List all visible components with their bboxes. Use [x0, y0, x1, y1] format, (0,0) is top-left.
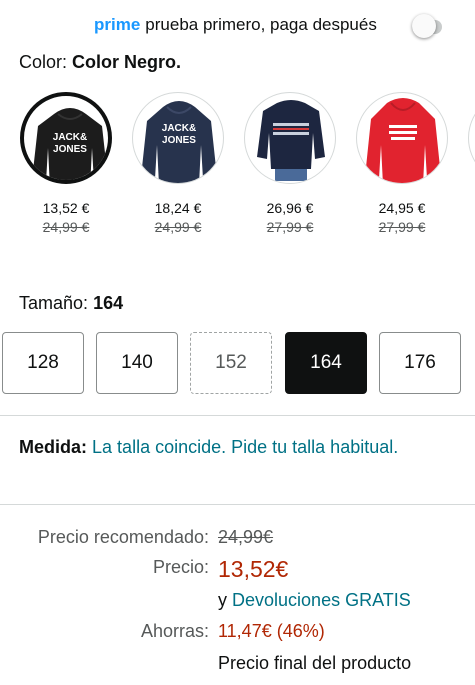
- prime-logo: prime: [94, 15, 141, 34]
- swatch-image: JACK& JONES: [132, 92, 224, 184]
- returns-prefix: y: [218, 590, 227, 610]
- divider: [0, 415, 475, 416]
- fit-text: La talla coincide. Pide tu talla habitua…: [92, 437, 399, 457]
- size-option-128[interactable]: 128: [2, 332, 84, 394]
- hoodie-navy-icon: JACK& JONES: [141, 101, 217, 183]
- swatch-old-price: 24,99 €: [154, 219, 202, 235]
- color-value: Color Negro.: [72, 52, 182, 72]
- swatch-price: 26,96 €: [266, 200, 314, 216]
- swatch-partial[interactable]: [468, 92, 475, 184]
- price-value: 13,52€: [218, 556, 289, 582]
- swatch-price: 18,24 €: [154, 200, 202, 216]
- prime-try-before-buy-row: prime prueba primero, paga después: [0, 12, 475, 42]
- savings-label: Ahorras:: [140, 621, 209, 641]
- recommended-price-value: 24,99€: [218, 527, 274, 547]
- size-option-140[interactable]: 140: [96, 332, 178, 394]
- free-returns-link[interactable]: Devoluciones GRATIS: [232, 590, 411, 610]
- swatch-image: [356, 92, 448, 184]
- size-value: 164: [93, 293, 124, 313]
- swatch-navy[interactable]: JACK& JONES 18,24 € 24,99 €: [132, 92, 228, 235]
- jack-jones-logo-text: JACK&: [53, 132, 87, 143]
- swatch-price: 13,52 €: [42, 200, 90, 216]
- swatch-black[interactable]: JACK& JONES 13,52 € 24,99 €: [20, 92, 116, 235]
- sweatshirt-navy-icon: [257, 100, 325, 181]
- svg-text:JONES: JONES: [53, 144, 87, 155]
- size-option-176[interactable]: 176: [379, 332, 461, 394]
- price-label: Precio:: [152, 557, 209, 577]
- swatch-image: [468, 92, 475, 184]
- color-label: Color:: [19, 52, 68, 72]
- fit-label: Medida:: [19, 437, 88, 457]
- prime-toggle[interactable]: [412, 14, 442, 38]
- swatch-old-price: 24,99 €: [42, 219, 90, 235]
- savings-value: 11,47€ (46%): [218, 621, 325, 641]
- prime-label: prime prueba primero, paga después: [94, 15, 377, 35]
- size-option-152[interactable]: 152: [190, 332, 272, 394]
- svg-text:JACK&: JACK&: [162, 123, 196, 134]
- hoodie-black-icon: JACK& JONES: [32, 108, 108, 180]
- swatch-navy-stripe[interactable]: 26,96 € 27,99 €: [244, 92, 340, 235]
- size-selection-label: Tamaño: 164: [19, 293, 123, 314]
- fit-recommendation: Medida: La talla coincide. Pide tu talla…: [19, 434, 459, 460]
- final-price-note: Precio final del producto: [218, 653, 412, 673]
- swatch-old-price: 27,99 €: [378, 219, 426, 235]
- swatch-image: [244, 92, 336, 184]
- swatch-red[interactable]: 24,95 € 27,99 €: [356, 92, 452, 235]
- color-selection-label: Color: Color Negro.: [19, 52, 181, 73]
- swatch-image: JACK& JONES: [20, 92, 112, 184]
- recommended-price-label: Precio recomendado:: [37, 527, 209, 547]
- returns-text: y Devoluciones GRATIS: [218, 590, 411, 611]
- hoodie-red-icon: [365, 98, 441, 183]
- size-label: Tamaño:: [19, 293, 89, 313]
- swatch-price: 24,95 €: [378, 200, 426, 216]
- divider: [0, 504, 475, 505]
- color-swatch-carousel[interactable]: JACK& JONES 13,52 € 24,99 € JACK& JONES …: [0, 92, 475, 242]
- prime-description: prueba primero, paga después: [145, 15, 377, 34]
- size-option-164[interactable]: 164: [285, 332, 367, 394]
- swatch-old-price: 27,99 €: [266, 219, 314, 235]
- svg-text:JONES: JONES: [162, 135, 196, 146]
- toggle-knob: [412, 14, 436, 38]
